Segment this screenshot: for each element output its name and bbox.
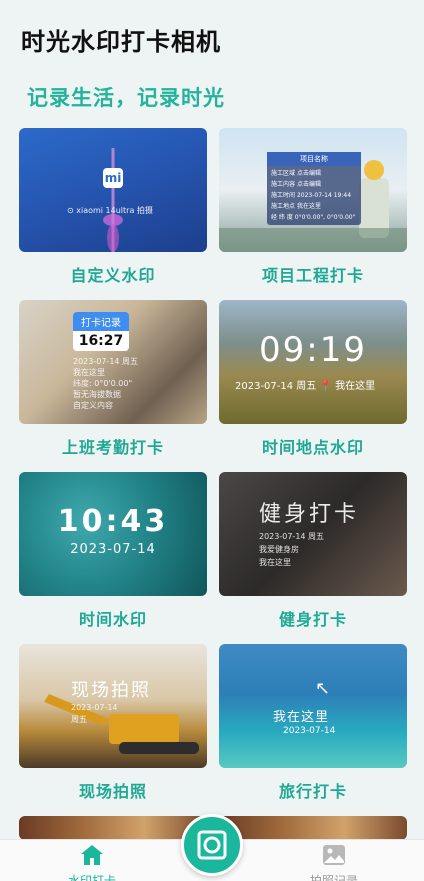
card-label: 健身打卡	[278, 610, 347, 629]
panel-row: 施工时间 2023-07-14 19:44	[271, 192, 352, 199]
card-label: 项目工程打卡	[261, 266, 364, 285]
project-panel: 项目名称 施工区域 点击编辑 施工内容 点击编辑 施工时间 2023-07-14…	[267, 152, 361, 225]
arrow-up-left-icon: ↖	[315, 678, 331, 699]
card-thumbnail: ↖ 我在这里 2023-07-14	[219, 644, 407, 768]
camera-button[interactable]	[181, 814, 243, 876]
card-thumbnail: 打卡记录 16:27 2023-07-14 周五 我在这里 纬度: 0°0'0.…	[19, 300, 207, 424]
nav-records-label: 拍照记录	[309, 874, 358, 881]
card-thumbnail: 健身打卡 2023-07-14 周五 我爱健身房 我在这里	[219, 472, 407, 596]
template-card-partial[interactable]	[19, 816, 207, 840]
travel-date: 2023-07-14	[283, 726, 336, 736]
big-time: 10:43	[57, 504, 169, 539]
template-card-partial[interactable]	[219, 816, 407, 840]
image-icon	[323, 845, 345, 865]
card-thumbnail: 09:19 2023-07-14 周五 📍 我在这里	[219, 300, 407, 424]
card-label: 自定义水印	[70, 266, 156, 285]
onsite-info: 2023-07-14 周五	[71, 703, 118, 724]
card-thumbnail	[219, 816, 407, 840]
card-label: 时间水印	[78, 610, 147, 629]
template-card-custom[interactable]: mi ⊙ xiaomi 14ultra 拍摄 自定义水印	[19, 128, 207, 286]
template-card-time-location[interactable]: 09:19 2023-07-14 周五 📍 我在这里 时间地点水印	[219, 300, 407, 458]
card-label: 旅行打卡	[278, 782, 347, 801]
panel-row: 施工内容 点击编辑	[271, 181, 321, 188]
card-label: 上班考勤打卡	[61, 438, 164, 457]
fitness-title: 健身打卡	[259, 502, 360, 527]
template-card-project[interactable]: 项目名称 施工区域 点击编辑 施工内容 点击编辑 施工时间 2023-07-14…	[219, 128, 407, 286]
nav-home-label: 水印打卡	[67, 874, 116, 881]
slogan: 记录生活，记录时光	[27, 86, 225, 110]
card-caption: ⊙ xiaomi 14ultra 拍摄	[67, 206, 153, 215]
nav-records[interactable]: 拍照记录	[294, 844, 374, 881]
travel-place: 我在这里	[273, 710, 330, 725]
onsite-title: 现场拍照	[71, 680, 151, 701]
card-thumbnail: 项目名称 施工区域 点击编辑 施工内容 点击编辑 施工时间 2023-07-14…	[219, 128, 407, 252]
template-card-fitness[interactable]: 健身打卡 2023-07-14 周五 我爱健身房 我在这里 健身打卡	[219, 472, 407, 630]
fitness-info: 2023-07-14 周五 我爱健身房 我在这里	[259, 532, 325, 567]
card-thumbnail: 现场拍照 2023-07-14 周五	[19, 644, 207, 768]
card-thumbnail: mi ⊙ xiaomi 14ultra 拍摄	[19, 128, 207, 252]
mi-logo: mi	[103, 168, 123, 188]
template-card-travel[interactable]: ↖ 我在这里 2023-07-14 旅行打卡	[219, 644, 407, 802]
location-pin-icon: 📍	[319, 381, 332, 392]
tower-graphic	[103, 148, 123, 252]
panel-row: 施工区域 点击编辑	[271, 170, 321, 177]
panel-header: 项目名称	[267, 152, 361, 166]
attendance-info: 2023-07-14 周五 我在这里 纬度: 0°0'0.00" 暂无海拔数据 …	[73, 357, 139, 410]
big-time: 09:19	[259, 330, 367, 370]
camera-icon	[197, 830, 227, 860]
template-card-time[interactable]: 10:43 2023-07-14 时间水印	[19, 472, 207, 630]
card-label: 时间地点水印	[261, 438, 364, 457]
date-text: 2023-07-14	[70, 542, 156, 557]
time-location-info: 2023-07-14 周五 📍 我在这里	[235, 381, 376, 392]
card-label: 现场拍照	[78, 782, 147, 801]
app-title: 时光水印打卡相机	[21, 28, 221, 56]
nav-home[interactable]: 水印打卡	[52, 844, 132, 881]
attendance-badge: 打卡记录 16:27	[73, 312, 129, 351]
panel-row: 施工地点 我在这里	[271, 203, 321, 210]
home-icon	[81, 845, 103, 865]
template-card-attendance[interactable]: 打卡记录 16:27 2023-07-14 周五 我在这里 纬度: 0°0'0.…	[19, 300, 207, 458]
card-thumbnail	[19, 816, 207, 840]
template-card-onsite[interactable]: 现场拍照 2023-07-14 周五 现场拍照	[19, 644, 207, 802]
attendance-time: 16:27	[73, 331, 129, 351]
card-thumbnail: 10:43 2023-07-14	[19, 472, 207, 596]
panel-row: 经 纬 度 0°0'0.00", 0°0'0.00"	[271, 214, 356, 221]
